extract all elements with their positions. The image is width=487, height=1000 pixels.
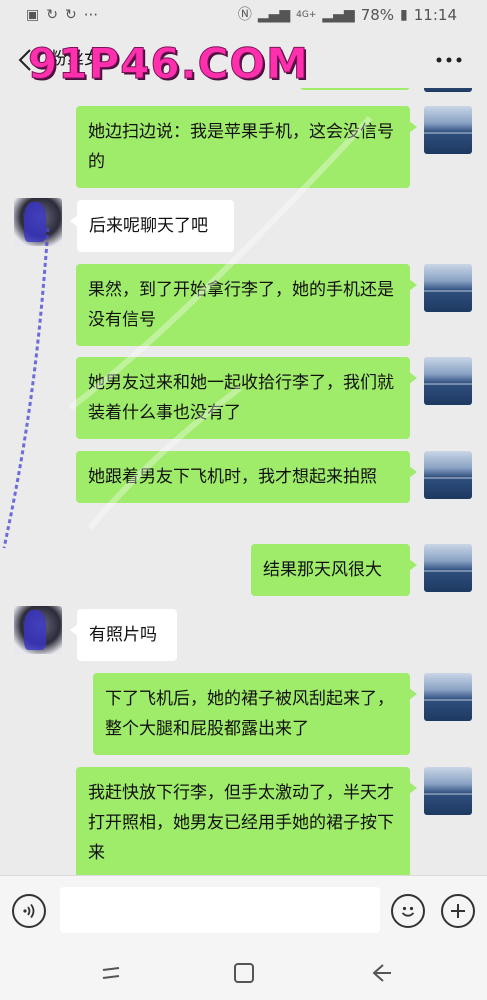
voice-icon bbox=[23, 903, 35, 919]
avatar[interactable] bbox=[424, 357, 472, 405]
more-dots-icon bbox=[436, 57, 462, 63]
emoji-button[interactable] bbox=[391, 894, 425, 928]
status-bar: ▣ ↻ ↻ ··· Ⓝ ▂▄▆ 4G+ ▂▄▆ 78% ▮ 11:14 bbox=[0, 0, 487, 32]
previous-bubble-edge bbox=[300, 88, 410, 90]
signal-icon: ▂▄▆ bbox=[257, 7, 291, 23]
voice-button[interactable] bbox=[12, 894, 46, 928]
avatar[interactable] bbox=[424, 106, 472, 154]
emoji-icon bbox=[401, 906, 415, 917]
avatar[interactable] bbox=[14, 198, 62, 246]
avatar[interactable] bbox=[424, 451, 472, 499]
chevron-left-icon bbox=[18, 49, 31, 71]
network-type: 4G+ bbox=[296, 9, 317, 20]
avatar[interactable] bbox=[424, 673, 472, 721]
message-input[interactable] bbox=[60, 887, 380, 933]
notification-dots: ··· bbox=[83, 6, 99, 24]
message-bubble[interactable]: 有照片吗 bbox=[70, 609, 177, 661]
message-bubble[interactable]: 她边扫边说：我是苹果手机，这会没信号的 bbox=[76, 106, 417, 188]
avatar[interactable] bbox=[14, 606, 62, 654]
gallery-icon: ▣ bbox=[26, 7, 40, 23]
battery-icon: ▮ bbox=[400, 7, 408, 23]
recent-apps-icon bbox=[102, 967, 120, 979]
message-bubble[interactable]: 结果那天风很大 bbox=[251, 544, 417, 596]
message-bubble[interactable]: 下了飞机后，她的裙子被风刮起来了，整个大腿和屁股都露出来了 bbox=[93, 673, 417, 755]
avatar[interactable] bbox=[424, 767, 472, 815]
clock: 11:14 bbox=[413, 6, 457, 24]
message-bubble[interactable]: 她男友过来和她一起收拾行李了，我们就装着什么事也没有了 bbox=[76, 357, 417, 439]
previous-avatar-edge bbox=[424, 88, 472, 92]
message-bubble[interactable]: 后来呢聊天了吧 bbox=[70, 200, 234, 252]
back-button[interactable] bbox=[10, 42, 40, 78]
system-back-button[interactable] bbox=[366, 957, 398, 989]
message-bubble[interactable]: 果然，到了开始拿行李了，她的手机还是没有信号 bbox=[76, 264, 417, 346]
sync-icon: ↻ bbox=[46, 7, 58, 23]
message-bubble[interactable]: 她跟着男友下飞机时，我才想起来拍照 bbox=[76, 451, 417, 503]
system-nav-bar bbox=[0, 945, 487, 1000]
home-button[interactable] bbox=[228, 957, 260, 989]
recent-apps-button[interactable] bbox=[95, 957, 127, 989]
avatar[interactable] bbox=[424, 264, 472, 312]
back-arrow-icon bbox=[372, 964, 391, 982]
sync-icon-2: ↻ bbox=[64, 7, 77, 23]
nfc-icon: Ⓝ bbox=[237, 7, 252, 23]
chat-area[interactable]: 她边扫边说：我是苹果手机，这会没信号的 后来呢聊天了吧 果然，到了开始拿行李了，… bbox=[0, 88, 487, 875]
input-bar bbox=[0, 875, 487, 945]
chat-header: 粉丝女 91P46.COM bbox=[0, 32, 487, 88]
home-icon bbox=[234, 963, 254, 983]
signal-icon-2: ▂▄▆ bbox=[322, 7, 355, 23]
avatar[interactable] bbox=[424, 544, 472, 592]
plus-icon bbox=[451, 904, 465, 918]
plus-button[interactable] bbox=[441, 894, 475, 928]
message-bubble[interactable]: 我赶快放下行李，但手太激动了，半天才打开照相，她男友已经用手她的裙子按下来 bbox=[76, 767, 417, 875]
more-button[interactable] bbox=[431, 46, 467, 74]
battery-level: 78% bbox=[360, 6, 395, 24]
chat-title: 粉丝女 bbox=[50, 49, 101, 69]
